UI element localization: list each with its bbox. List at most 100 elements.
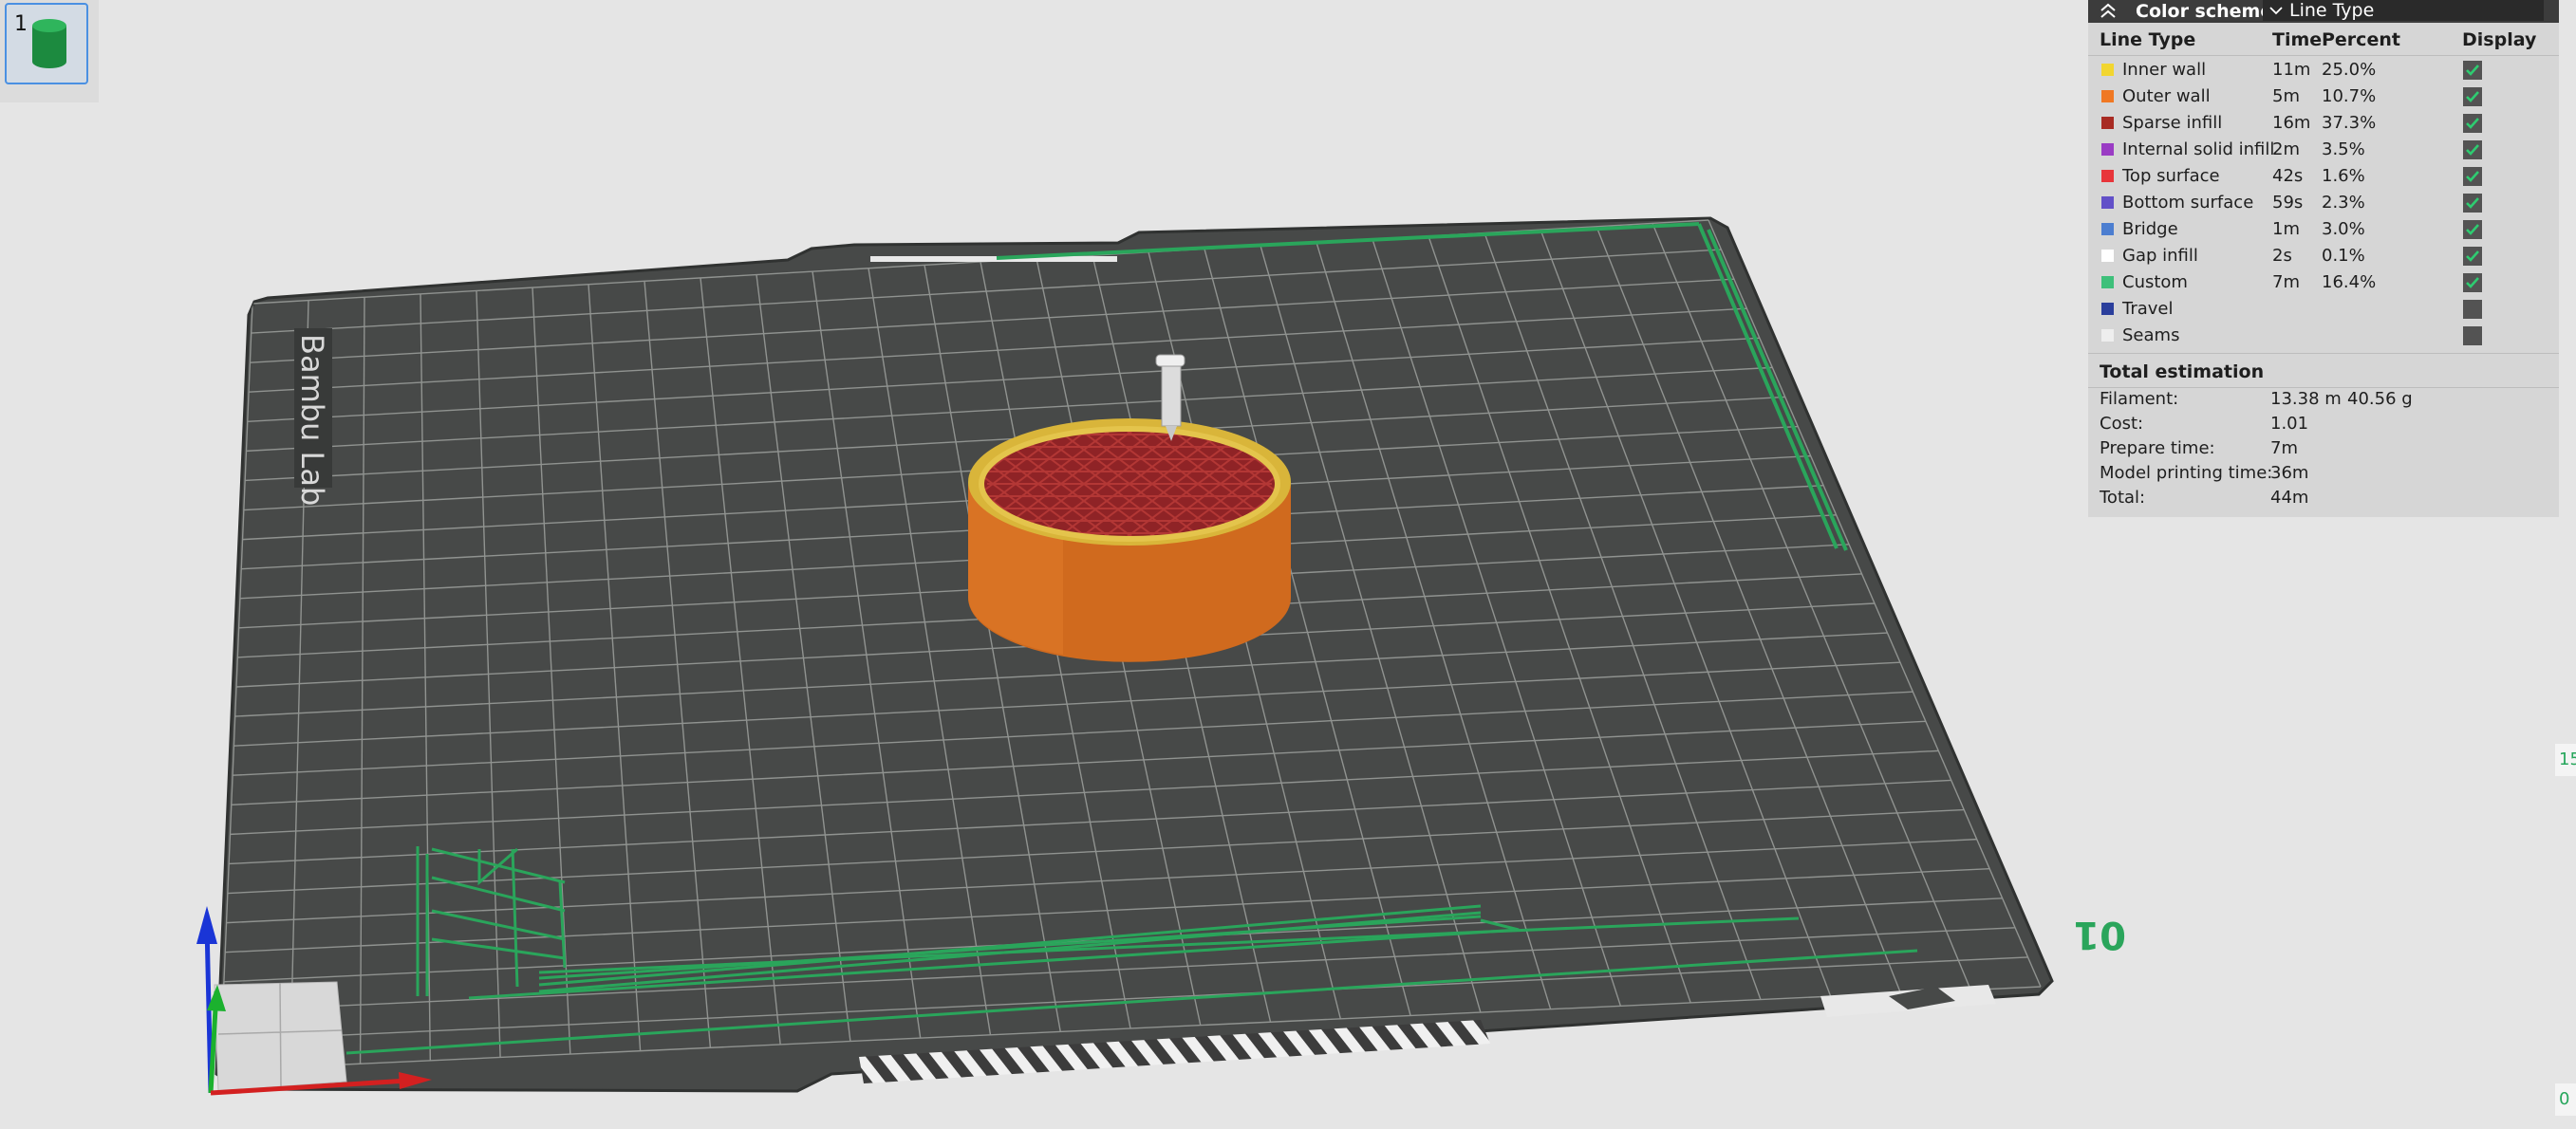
line-type-swatch [2101, 329, 2114, 342]
legend-row: Outer wall 5m 10.7% [2088, 83, 2559, 110]
line-type-name: Internal solid infill [2122, 139, 2275, 159]
layer-slider-top-label[interactable]: 15 [2555, 744, 2576, 776]
line-type-time: 7m [2272, 272, 2300, 292]
legend-row: Travel [2088, 296, 2559, 323]
bed-top-mark [870, 256, 1117, 262]
legend-row: Gap infill 2s 0.1% [2088, 243, 2559, 269]
chevron-down-icon [2267, 0, 2286, 21]
check-icon [2466, 65, 2479, 76]
line-type-swatch [2101, 90, 2114, 102]
line-type-name: Gap infill [2122, 246, 2198, 266]
line-type-percent: 1.6% [2322, 166, 2365, 186]
check-icon [2466, 250, 2479, 262]
plate-thumbnail[interactable]: 1 [5, 3, 88, 84]
prepare-time-value: 7m [2270, 438, 2298, 458]
model-printing-time-value: 36m [2270, 463, 2309, 483]
total-estimation-title: Total estimation [2100, 361, 2265, 382]
line-type-time: 2s [2272, 246, 2292, 266]
bambu-lab-logo: Bambu Lab [294, 328, 332, 506]
display-checkbox[interactable] [2463, 300, 2482, 319]
collapse-icon[interactable] [2098, 0, 2119, 23]
legend-row: Bridge 1m 3.0% [2088, 216, 2559, 243]
bed-logo-text: Bambu Lab [294, 334, 330, 506]
display-checkbox[interactable] [2463, 273, 2482, 292]
model-printing-time-label: Model printing time: [2100, 463, 2273, 483]
line-type-swatch [2101, 223, 2114, 235]
legend-row: Internal solid infill 2m 3.5% [2088, 137, 2559, 163]
column-percent: Percent [2322, 29, 2400, 50]
cost-value: 1.01 [2270, 414, 2309, 434]
total-time-row: Total: 44m [2100, 488, 2546, 512]
line-type-time: 1m [2272, 219, 2300, 239]
total-label: Total: [2100, 488, 2146, 508]
line-type-name: Inner wall [2122, 60, 2207, 80]
plate-list: 1 [0, 0, 99, 102]
line-type-swatch [2101, 250, 2114, 262]
line-type-percent: 3.5% [2322, 139, 2365, 159]
legend-row: Bottom surface 59s 2.3% [2088, 190, 2559, 216]
total-model-row: Model printing time: 36m [2100, 463, 2546, 488]
total-filament-row: Filament: 13.38 m 40.56 g [2100, 389, 2546, 414]
line-type-name: Bridge [2122, 219, 2178, 239]
display-checkbox[interactable] [2463, 247, 2482, 266]
display-checkbox[interactable] [2463, 140, 2482, 159]
line-type-percent: 0.1% [2322, 246, 2365, 266]
display-checkbox[interactable] [2463, 87, 2482, 106]
legend-row: Custom 7m 16.4% [2088, 269, 2559, 296]
divider [2088, 387, 2559, 388]
line-type-name: Seams [2122, 325, 2180, 345]
prepare-time-label: Prepare time: [2100, 438, 2215, 458]
check-icon [2466, 197, 2479, 209]
check-icon [2466, 277, 2479, 288]
color-scheme-header: Color scheme Line Type [2088, 0, 2559, 23]
check-icon [2466, 144, 2479, 156]
line-type-name: Outer wall [2122, 86, 2211, 106]
divider [2088, 55, 2559, 56]
display-checkbox[interactable] [2463, 194, 2482, 213]
legend-row: Inner wall 11m 25.0% [2088, 57, 2559, 83]
total-value: 44m [2270, 488, 2309, 508]
line-type-swatch [2101, 170, 2114, 182]
line-type-time: 5m [2272, 86, 2300, 106]
divider [2088, 353, 2559, 354]
legend-panel: Color scheme Line Type Line Type Time Pe… [2088, 0, 2559, 517]
column-time: Time [2272, 29, 2323, 50]
line-type-name: Custom [2122, 272, 2188, 292]
filament-label: Filament: [2100, 389, 2179, 409]
line-type-time: 59s [2272, 193, 2304, 213]
filament-length: 13.38 m [2270, 389, 2342, 409]
line-type-time: 42s [2272, 166, 2304, 186]
display-checkbox[interactable] [2463, 220, 2482, 239]
line-type-name: Top surface [2122, 166, 2220, 186]
line-type-swatch [2101, 64, 2114, 76]
color-scheme-label: Color scheme [2136, 1, 2273, 22]
legend-row: Sparse infill 16m 37.3% [2088, 110, 2559, 137]
color-scheme-value: Line Type [2289, 0, 2375, 21]
total-prepare-row: Prepare time: 7m [2100, 438, 2546, 463]
line-type-name: Travel [2122, 299, 2174, 319]
check-icon [2466, 91, 2479, 102]
cost-label: Cost: [2100, 414, 2144, 434]
check-icon [2466, 224, 2479, 235]
line-type-percent: 2.3% [2322, 193, 2365, 213]
line-type-percent: 16.4% [2322, 272, 2377, 292]
line-type-time: 11m [2272, 60, 2311, 80]
line-type-percent: 37.3% [2322, 113, 2377, 133]
line-type-swatch [2101, 143, 2114, 156]
layer-slider-bottom-label[interactable]: 0 [2555, 1083, 2576, 1116]
color-scheme-select[interactable]: Line Type [2263, 0, 2544, 21]
column-line-type: Line Type [2100, 29, 2196, 50]
filament-weight: 40.56 g [2347, 389, 2413, 409]
display-checkbox[interactable] [2463, 326, 2482, 345]
display-checkbox[interactable] [2463, 167, 2482, 186]
plate-id-text: 01 [2073, 913, 2126, 956]
line-type-time: 16m [2272, 113, 2311, 133]
column-display: Display [2462, 29, 2537, 50]
display-checkbox[interactable] [2463, 114, 2482, 133]
cylinder-icon [32, 19, 66, 68]
display-checkbox[interactable] [2463, 61, 2482, 80]
legend-row: Top surface 42s 1.6% [2088, 163, 2559, 190]
line-type-swatch [2101, 196, 2114, 209]
line-type-percent: 3.0% [2322, 219, 2365, 239]
check-icon [2466, 118, 2479, 129]
